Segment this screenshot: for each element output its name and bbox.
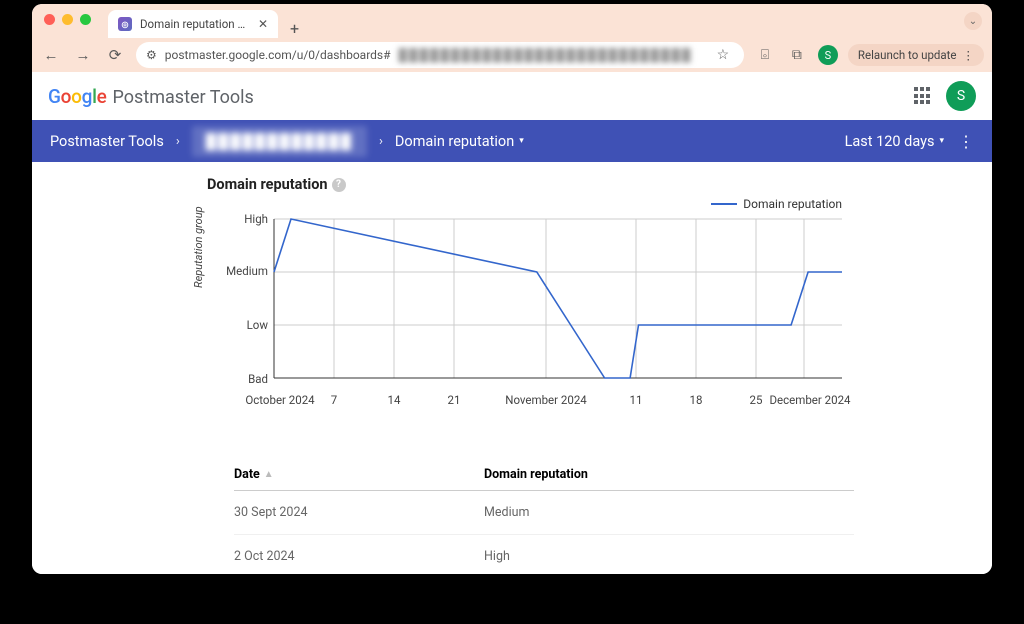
x-tick: 7 — [331, 393, 337, 407]
account-avatar[interactable]: S — [946, 81, 976, 111]
y-axis-label: Reputation group — [192, 206, 205, 288]
caret-down-icon: ▾ — [939, 136, 944, 146]
chevron-right-icon: › — [176, 134, 180, 149]
x-tick: 14 — [388, 393, 401, 407]
kebab-icon[interactable]: ⋮ — [963, 48, 975, 62]
cell-date: 30 Sept 2024 — [234, 505, 484, 520]
new-tab-button[interactable]: + — [284, 19, 305, 38]
chart-plot-area[interactable] — [274, 219, 842, 387]
relaunch-button[interactable]: Relaunch to update ⋮ — [848, 44, 984, 66]
breadcrumb-section-dropdown[interactable]: Domain reputation ▾ — [395, 133, 524, 150]
product-name: Postmaster Tools — [113, 87, 254, 108]
more-menu-icon[interactable]: ⋮ — [958, 132, 974, 151]
breadcrumb-domain[interactable]: ████████████ — [192, 126, 367, 157]
url-blurred: ████████████████████████████ — [399, 48, 693, 62]
tab-favicon-icon: ◎ — [118, 17, 132, 31]
window-minimize-icon[interactable] — [62, 14, 73, 25]
date-range-dropdown[interactable]: Last 120 days ▾ — [845, 133, 944, 150]
x-tick: 11 — [630, 393, 643, 407]
section-title: Domain reputation ? — [207, 176, 992, 193]
window-controls — [44, 14, 91, 25]
bookmark-star-icon[interactable]: ☆ — [712, 47, 734, 63]
y-tick: High — [222, 212, 268, 226]
x-tick: November 2024 — [505, 393, 587, 407]
browser-tab[interactable]: ◎ Domain reputation – Postma… ✕ — [108, 10, 278, 38]
col-date-label: Date — [234, 467, 260, 482]
tab-title: Domain reputation – Postma… — [140, 17, 250, 31]
legend-swatch-icon — [711, 203, 737, 205]
chart-legend: Domain reputation — [711, 197, 842, 211]
google-logo: Google — [48, 85, 107, 108]
col-rep-header[interactable]: Domain reputation — [484, 467, 854, 482]
profile-avatar-small[interactable]: S — [818, 45, 838, 65]
browser-toolbar: ← → ⟳ ⚙ postmaster.google.com/u/0/dashbo… — [32, 38, 992, 72]
browser-tabstrip: ◎ Domain reputation – Postma… ✕ + ⌄ — [32, 4, 992, 38]
breadcrumb-section-label: Domain reputation — [395, 133, 514, 150]
page-content: Domain reputation ? Domain reputation Re… — [32, 162, 992, 574]
chart-axes — [274, 219, 842, 378]
col-date-header[interactable]: Date ▲ — [234, 467, 484, 482]
extensions-icon[interactable]: ⧉ — [786, 47, 808, 63]
browser-window: ◎ Domain reputation – Postma… ✕ + ⌄ ← → … — [32, 4, 992, 574]
help-icon[interactable]: ? — [332, 178, 346, 192]
x-tick: 18 — [690, 393, 703, 407]
site-settings-icon[interactable]: ⚙ — [146, 48, 157, 62]
col-rep-label: Domain reputation — [484, 467, 588, 482]
x-tick: 21 — [448, 393, 461, 407]
cell-rep: High — [484, 549, 854, 564]
caret-down-icon: ▾ — [519, 136, 524, 146]
nav-back-button[interactable]: ← — [40, 46, 62, 64]
cell-rep: Medium — [484, 505, 854, 520]
table-row[interactable]: 2 Oct 2024 High — [234, 535, 854, 574]
window-zoom-icon[interactable] — [80, 14, 91, 25]
x-tick: December 2024 — [769, 393, 850, 407]
y-tick: Low — [222, 318, 268, 332]
google-apps-icon[interactable] — [914, 87, 932, 105]
date-range-label: Last 120 days — [845, 133, 935, 150]
chart-gridlines — [274, 219, 842, 378]
table-row[interactable]: 30 Sept 2024 Medium — [234, 491, 854, 535]
y-tick: Medium — [222, 264, 268, 278]
nav-reload-button[interactable]: ⟳ — [104, 46, 126, 64]
camera-icon[interactable]: ⌻ — [754, 47, 776, 63]
breadcrumb-bar: Postmaster Tools › ████████████ › Domain… — [32, 120, 992, 162]
table-header: Date ▲ Domain reputation — [234, 467, 854, 491]
window-close-icon[interactable] — [44, 14, 55, 25]
y-tick: Bad — [222, 372, 268, 386]
x-tick: October 2024 — [245, 393, 314, 407]
cell-date: 2 Oct 2024 — [234, 549, 484, 564]
reputation-table: Date ▲ Domain reputation 30 Sept 2024 Me… — [234, 467, 854, 574]
chevron-right-icon: › — [379, 134, 383, 149]
sort-asc-icon: ▲ — [264, 469, 274, 480]
legend-series-label: Domain reputation — [743, 197, 842, 211]
app-header: Google Postmaster Tools S — [32, 72, 992, 120]
reputation-chart: Domain reputation Reputation group High … — [222, 203, 842, 413]
nav-forward-button[interactable]: → — [72, 46, 94, 64]
chart-series-line — [274, 219, 842, 378]
url-text: postmaster.google.com/u/0/dashboards# — [165, 48, 391, 62]
tab-close-icon[interactable]: ✕ — [258, 17, 268, 31]
url-bar[interactable]: ⚙ postmaster.google.com/u/0/dashboards# … — [136, 42, 744, 68]
breadcrumb-root[interactable]: Postmaster Tools — [50, 133, 164, 150]
tabstrip-collapse-icon[interactable]: ⌄ — [964, 12, 982, 30]
x-tick: 25 — [750, 393, 763, 407]
app-logo[interactable]: Google Postmaster Tools — [48, 85, 254, 108]
relaunch-label: Relaunch to update — [858, 48, 957, 62]
section-title-text: Domain reputation — [207, 176, 328, 193]
